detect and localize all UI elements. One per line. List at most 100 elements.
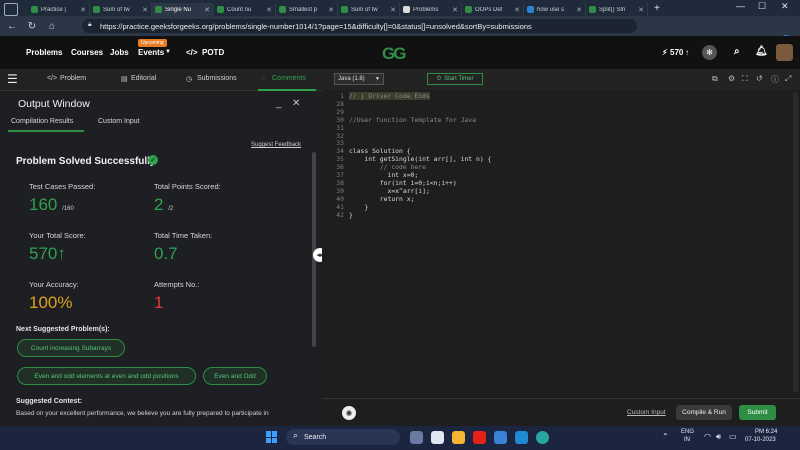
browser-tab[interactable]: Sum of tw ✕ — [90, 3, 152, 16]
settings-icon[interactable]: ⚙︎ — [728, 74, 735, 83]
windows-taskbar — [0, 426, 800, 450]
tab-custom-input[interactable]: Custom Input — [98, 118, 140, 125]
vscode-icon[interactable] — [515, 431, 528, 444]
gfg-favicon — [341, 6, 348, 13]
close-tab-icon[interactable]: ✕ — [142, 6, 148, 14]
close-tab-icon[interactable]: ✕ — [514, 6, 520, 14]
tab-submissions[interactable]: Submissions — [197, 75, 237, 82]
gfg-favicon — [589, 6, 596, 13]
lightbulb-icon[interactable]: ✺ — [342, 406, 356, 420]
minimize-panel-icon[interactable]: _ — [276, 98, 282, 109]
browser-tab[interactable]: Sum of tw ✕ — [338, 3, 400, 16]
browser-tab[interactable]: Count nu ✕ — [214, 3, 276, 16]
home-icon[interactable]: ⌂ — [44, 18, 60, 34]
suggestion-chip[interactable]: Even and Odd — [203, 367, 267, 385]
suggest-feedback-link[interactable]: Suggest Feedback — [251, 142, 301, 148]
lang-indicator[interactable]: ENG — [681, 429, 694, 435]
minimize-icon[interactable]: — — [736, 1, 745, 11]
close-icon[interactable]: ✕ — [292, 98, 300, 109]
line-number: 31 — [336, 123, 344, 132]
editor-scrollbar[interactable] — [793, 92, 798, 392]
hamburger-menu-icon[interactable]: ☰ — [7, 73, 21, 85]
nav-jobs[interactable]: Jobs — [110, 48, 129, 57]
file-explorer-icon[interactable] — [452, 431, 465, 444]
compile-run-button[interactable]: Compile & Run — [676, 405, 732, 420]
new-tab-icon[interactable]: + — [654, 3, 660, 14]
volume-icon[interactable]: 🔊︎ — [716, 432, 721, 442]
attempts-label: Attempts No.: — [154, 280, 200, 289]
code-line: x=x^arr[i]; — [349, 186, 430, 195]
suggestion-chip[interactable]: Even and odd elements at even and odd po… — [17, 367, 196, 385]
line-number: 29 — [336, 107, 344, 116]
gfg-logo[interactable]: GG — [382, 44, 406, 64]
taskbar-search[interactable]: Search — [286, 429, 400, 445]
user-avatar[interactable] — [776, 44, 793, 61]
theme-toggle-icon[interactable]: ✻ — [702, 45, 717, 60]
custom-input-link[interactable]: Custom Input — [627, 409, 666, 416]
browser-tab-active[interactable]: Single Nu ✕ — [152, 3, 214, 16]
browser-tab[interactable]: Practice | ✕ — [28, 3, 90, 16]
reset-icon[interactable]: ↺ — [756, 74, 763, 83]
back-icon[interactable]: ← — [4, 18, 20, 34]
nav-potd[interactable]: POTD — [202, 48, 224, 57]
expand-icon[interactable]: ⤢ — [785, 74, 791, 84]
close-window-icon[interactable]: ✕ — [781, 1, 789, 12]
editor-footer: ✺ Custom Input Compile & Run Submit — [322, 398, 800, 426]
fullscreen-icon[interactable]: ⛶ — [742, 74, 748, 84]
total-score-number: 570 — [29, 244, 58, 263]
nav-problems[interactable]: Problems — [26, 48, 62, 57]
wifi-icon[interactable]: ◠ — [704, 432, 711, 441]
timer-icon: ⏱︎ — [436, 75, 442, 82]
copy-icon[interactable]: ⧉ — [712, 74, 718, 84]
browser-tab[interactable]: how use s ✕ — [524, 3, 586, 16]
close-tab-icon[interactable]: ✕ — [80, 6, 86, 14]
battery-icon[interactable]: ▭ — [729, 432, 737, 441]
browser-tab[interactable]: Problems ✕ — [400, 3, 462, 16]
search-icon: ⌕ — [293, 430, 299, 440]
line-number: 34 — [336, 147, 344, 156]
close-tab-icon[interactable]: ✕ — [638, 6, 644, 14]
language-select[interactable]: Java (1.8) ▼ — [334, 73, 384, 85]
time-taken-label: Total Time Taken: — [154, 231, 213, 240]
test-cases-passed: 160 — [29, 195, 58, 214]
refresh-icon[interactable]: ↻ — [24, 18, 40, 34]
line-number: 42 — [336, 210, 344, 219]
store-icon[interactable] — [494, 431, 507, 444]
chevron-down-icon[interactable]: ▼ — [165, 49, 171, 55]
clock-time[interactable]: PM 6:24 — [755, 429, 777, 435]
tab-editorial[interactable]: Editorial — [131, 75, 156, 82]
browser-tab[interactable]: Smallest p ✕ — [276, 3, 338, 16]
suggested-contest-text: Based on your excellent performance, we … — [16, 410, 269, 417]
edge-icon[interactable] — [536, 431, 549, 444]
close-tab-icon[interactable]: ✕ — [576, 6, 582, 14]
nav-events[interactable]: Events — [138, 48, 164, 57]
tab-problem[interactable]: Problem — [60, 75, 86, 82]
close-tab-icon[interactable]: ✕ — [204, 6, 210, 14]
search-icon[interactable]: ⌕ — [734, 46, 740, 57]
maximize-icon[interactable]: ☐ — [758, 1, 766, 12]
suggestion-chip[interactable]: Count increasing Subarrays — [17, 339, 125, 357]
close-tab-icon[interactable]: ✕ — [266, 6, 272, 14]
close-tab-icon[interactable]: ✕ — [390, 6, 396, 14]
widgets-icon[interactable] — [410, 431, 423, 444]
start-menu-icon[interactable] — [266, 431, 278, 443]
start-timer-button[interactable]: ⏱︎ Start Timer — [427, 73, 483, 85]
code-line: class Solution { — [349, 147, 411, 156]
youtube-icon[interactable] — [473, 431, 486, 444]
info-icon[interactable]: ⓘ — [771, 74, 779, 85]
tab-comments[interactable]: Comments — [272, 75, 306, 82]
browser-tab[interactable]: OOPs Def ✕ — [462, 3, 524, 16]
workspaces-icon[interactable] — [4, 2, 18, 16]
tab-compilation-results[interactable]: Compilation Results — [11, 118, 73, 125]
chevron-up-icon[interactable]: ⌃ — [662, 432, 669, 441]
nav-courses[interactable]: Courses — [71, 48, 103, 57]
bell-icon[interactable]: 🔔︎ — [755, 46, 768, 57]
code-editor[interactable]: 1 // } Driver Code Ends 28 29 30 //User funct… — [322, 90, 800, 396]
url-input[interactable]: 🔒︎ https://practice.geeksforgeeks.org/pr… — [82, 19, 637, 33]
close-tab-icon[interactable]: ✕ — [328, 6, 334, 14]
events-badge: Upcoming — [138, 39, 167, 47]
submit-button[interactable]: Submit — [739, 405, 776, 420]
close-tab-icon[interactable]: ✕ — [452, 6, 458, 14]
task-view-icon[interactable] — [431, 431, 444, 444]
browser-tab[interactable]: Split() Stri ✕ — [586, 3, 648, 16]
